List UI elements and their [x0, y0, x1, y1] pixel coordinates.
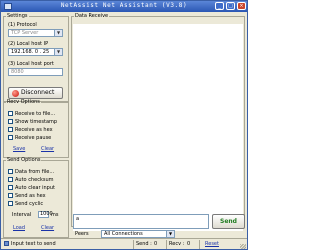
resize-grip-icon[interactable]: [240, 244, 246, 249]
auto-clear-input-checkbox[interactable]: Auto clear input: [8, 185, 55, 191]
reset-link[interactable]: Reset: [205, 240, 219, 249]
send-clear-link[interactable]: Clear: [41, 225, 54, 231]
checkbox-label: Data from file...: [15, 169, 55, 175]
checkbox-label: Auto checksum: [15, 177, 54, 183]
receive-text-area[interactable]: [73, 24, 243, 231]
disconnect-status-icon: [12, 90, 19, 97]
status-separator: [166, 240, 167, 249]
status-separator: [133, 240, 134, 249]
interval-input[interactable]: 1000: [38, 211, 53, 218]
checkbox-label: Send as hex: [15, 193, 46, 199]
auto-checksum-checkbox[interactable]: Auto checksum: [8, 177, 53, 183]
checkbox-icon: [8, 111, 13, 116]
interval-label: Interval: [12, 212, 32, 218]
status-separator: [199, 240, 200, 249]
protocol-select[interactable]: TCP Server ▼: [8, 29, 63, 37]
app-window: NetAssist Net Assistant (V3.8) _ □ × Set…: [0, 0, 248, 250]
host-port-field[interactable]: 8080: [8, 68, 63, 76]
checkbox-icon: [8, 135, 13, 140]
checkbox-icon: [8, 169, 13, 174]
status-hint: Input text to send: [4, 240, 56, 249]
receive-as-hex-checkbox[interactable]: Receive as hex: [8, 127, 53, 133]
recv-options-legend: Recv Options: [7, 99, 40, 105]
checkbox-icon: [8, 119, 13, 124]
checkbox-icon: [8, 193, 13, 198]
host-ip-value: 192.168. 0 . 25: [11, 49, 50, 55]
settings-legend: Settings: [7, 13, 28, 19]
status-hint-text: Input text to send: [11, 241, 56, 247]
recv-count-value: 0: [187, 241, 191, 247]
chevron-down-icon: ▼: [166, 231, 174, 237]
host-ip-field[interactable]: 192.168. 0 . 25 ▼: [8, 48, 63, 56]
data-receive-legend: Data Receive: [75, 13, 109, 19]
send-as-hex-checkbox[interactable]: Send as hex: [8, 193, 46, 199]
receive-pause-checkbox[interactable]: Receive pause: [8, 135, 51, 141]
send-cyclic-checkbox[interactable]: Send cyclic: [8, 201, 43, 207]
send-input[interactable]: a: [73, 214, 209, 229]
checkbox-label: Receive to file...: [15, 111, 56, 117]
protocol-value: TCP Server: [11, 30, 39, 36]
peers-label: Peers: [75, 231, 89, 237]
hint-icon: [4, 241, 9, 246]
checkbox-label: Receive as hex: [15, 127, 53, 133]
chevron-down-icon: ▼: [54, 30, 62, 36]
chevron-down-icon: ▼: [54, 49, 62, 55]
checkbox-icon: [8, 201, 13, 206]
show-timestamp-checkbox[interactable]: Show timestamp: [8, 119, 57, 125]
host-port-label: (3) Local host port: [8, 61, 54, 67]
disconnect-button[interactable]: Disconnect: [8, 87, 63, 99]
send-load-link[interactable]: Load: [13, 225, 25, 231]
send-button[interactable]: Send: [212, 214, 245, 229]
send-options-legend: Send Options: [7, 157, 41, 163]
peers-select[interactable]: All Connections ▼: [101, 230, 175, 238]
send-count-value: 0: [154, 241, 158, 247]
close-button[interactable]: ×: [237, 2, 246, 10]
sidebar: Settings (1) Protocol TCP Server ▼ (2) L…: [3, 13, 69, 238]
recv-save-link[interactable]: Save: [13, 146, 25, 152]
data-receive-group: Data Receive: [71, 13, 245, 231]
receive-to-file-checkbox[interactable]: Receive to file...: [8, 111, 55, 117]
send-button-label: Send: [220, 218, 237, 225]
checkbox-icon: [8, 177, 13, 182]
checkbox-label: Receive pause: [15, 135, 52, 141]
recv-count-label: Recv :: [169, 241, 185, 247]
send-input-value: a: [76, 216, 80, 222]
window-title: NetAssist Net Assistant (V3.8): [60, 2, 188, 9]
recv-clear-link[interactable]: Clear: [41, 146, 54, 152]
checkbox-icon: [8, 185, 13, 190]
title-bar[interactable]: NetAssist Net Assistant (V3.8) _ □ ×: [1, 1, 247, 12]
data-from-file-checkbox[interactable]: Data from file...: [8, 169, 54, 175]
checkbox-icon: [8, 127, 13, 132]
protocol-label: (1) Protocol: [8, 22, 37, 28]
status-bar: Input text to send Send : 0 Recv : 0 Res…: [1, 238, 247, 249]
checkbox-label: Show timestamp: [15, 119, 58, 125]
checkbox-label: Auto clear input: [15, 185, 55, 191]
send-count-label: Send :: [136, 241, 152, 247]
host-ip-label: (2) Local host IP: [8, 41, 49, 47]
minimize-button[interactable]: _: [215, 2, 224, 10]
checkbox-label: Send cyclic: [15, 201, 44, 207]
disconnect-label: Disconnect: [21, 89, 55, 96]
maximize-button[interactable]: □: [226, 2, 235, 10]
peers-value: All Connections: [104, 231, 143, 237]
interval-unit: ms: [51, 212, 59, 218]
